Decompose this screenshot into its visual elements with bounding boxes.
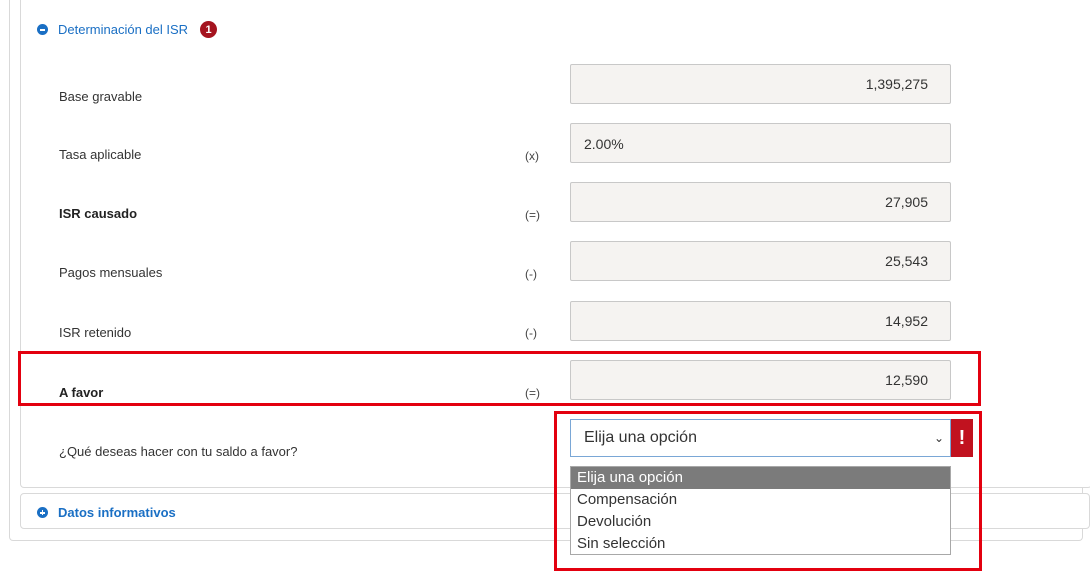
pagos-mensuales-label: Pagos mensuales (59, 265, 163, 280)
saldo-question-label: ¿Qué deseas hacer con tu saldo a favor? (59, 444, 298, 459)
tasa-operator: (x) (525, 149, 539, 163)
collapse-minus-icon[interactable] (37, 24, 48, 35)
isr-causado-label: ISR causado (59, 206, 138, 221)
error-count-badge: 1 (200, 21, 218, 38)
isr-retenido-label: ISR retenido (59, 325, 132, 340)
isr-retenido-operator: (-) (525, 326, 537, 340)
isr-causado-field: 27,905 (570, 182, 951, 222)
datos-informativos-header[interactable]: Datos informativos (37, 505, 176, 520)
pagos-mensuales-field: 25,543 (570, 241, 951, 281)
base-gravable-field: 1,395,275 (570, 64, 951, 104)
pagos-mensuales-operator: (-) (525, 267, 537, 281)
a-favor-highlight-box (18, 351, 981, 406)
tasa-aplicable-label: Tasa aplicable (59, 147, 142, 162)
base-gravable-label: Base gravable (59, 89, 143, 104)
isr-section-title[interactable]: Determinación del ISR (58, 22, 188, 37)
datos-informativos-title[interactable]: Datos informativos (58, 505, 176, 520)
isr-retenido-field: 14,952 (570, 301, 951, 341)
isr-causado-operator: (=) (525, 208, 540, 222)
tasa-aplicable-field: 2.00% (570, 123, 951, 163)
expand-plus-icon[interactable] (37, 507, 48, 518)
isr-section-header[interactable]: Determinación del ISR 1 (37, 21, 218, 38)
dropdown-highlight-box (554, 411, 982, 571)
